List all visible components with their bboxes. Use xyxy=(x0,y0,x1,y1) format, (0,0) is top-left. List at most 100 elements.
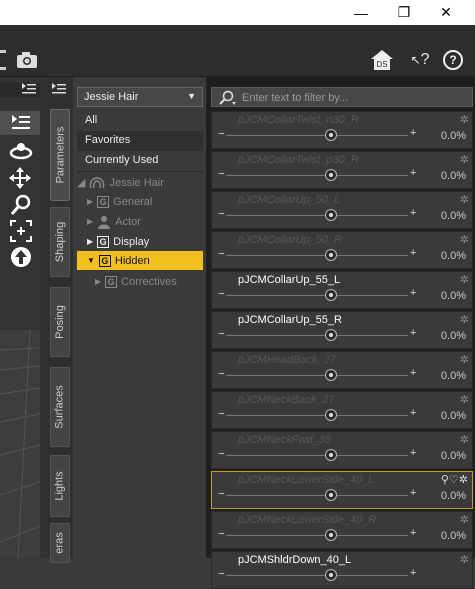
property-value[interactable]: 0.0% xyxy=(441,210,466,222)
expand-arrow-icon[interactable]: ▶ xyxy=(87,197,93,206)
slider-track[interactable] xyxy=(226,375,408,376)
slider-track[interactable] xyxy=(226,335,408,336)
increment-button[interactable]: + xyxy=(410,207,416,219)
increment-button[interactable]: + xyxy=(410,567,416,579)
slider-track[interactable] xyxy=(226,295,408,296)
increment-button[interactable]: + xyxy=(410,127,416,139)
property-slider-row[interactable]: pJCMNeckLowerSide_40_R ✲ − +0.0% xyxy=(211,511,473,549)
decrement-button[interactable]: − xyxy=(218,408,224,420)
expand-arrow-icon[interactable]: ▶ xyxy=(95,277,101,286)
increment-button[interactable]: + xyxy=(410,367,416,379)
slider-track[interactable] xyxy=(226,255,408,256)
increment-button[interactable]: + xyxy=(410,447,416,459)
increment-button[interactable]: + xyxy=(410,527,416,539)
slider-knob[interactable] xyxy=(325,569,337,581)
gear-icon[interactable]: ✲ xyxy=(460,193,469,206)
zoom-icon[interactable] xyxy=(10,194,32,219)
property-value[interactable]: 0.0% xyxy=(441,450,466,462)
tab-shaping[interactable]: Shaping xyxy=(50,207,70,277)
slider-track[interactable] xyxy=(226,175,408,176)
decrement-button[interactable]: − xyxy=(218,208,224,220)
slider-track[interactable] xyxy=(226,135,408,136)
minimize-button[interactable]: — xyxy=(340,0,382,25)
property-value[interactable]: 0.0% xyxy=(441,410,466,422)
property-slider-row[interactable]: pJCMCollarTwist_n30_R ✲ − +0.0% xyxy=(211,111,473,149)
property-value[interactable]: 0.0% xyxy=(441,250,466,262)
increment-button[interactable]: + xyxy=(410,167,416,179)
slider-knob[interactable] xyxy=(325,129,337,141)
tab-posing[interactable]: Posing xyxy=(50,287,70,357)
tree-item-all[interactable]: All xyxy=(77,111,203,131)
tab-cameras[interactable]: eras xyxy=(50,523,70,563)
increment-button[interactable]: + xyxy=(410,487,416,499)
expand-arrow-icon[interactable]: ▶ xyxy=(87,237,93,246)
slider-track[interactable] xyxy=(226,415,408,416)
gear-icon[interactable]: ✲ xyxy=(460,353,469,366)
collapse-arrow-icon[interactable]: ▼ xyxy=(87,256,95,265)
property-value[interactable]: 0.0% xyxy=(441,530,466,542)
slider-knob[interactable] xyxy=(325,529,337,541)
rotate-icon[interactable] xyxy=(9,141,33,164)
property-value[interactable]: 0.0% xyxy=(441,370,466,382)
tree-group-display[interactable]: ▶ G Display xyxy=(87,232,149,251)
maximize-button[interactable]: ❐ xyxy=(383,0,425,25)
slider-knob[interactable] xyxy=(325,209,337,221)
slider-knob[interactable] xyxy=(325,329,337,341)
tab-parameters[interactable]: Parameters xyxy=(50,109,70,201)
gear-icon[interactable]: ✲ xyxy=(460,113,469,126)
increment-button[interactable]: + xyxy=(410,327,416,339)
help-icon[interactable]: ? xyxy=(440,47,466,73)
increment-button[interactable]: + xyxy=(410,287,416,299)
decrement-button[interactable]: − xyxy=(218,368,224,380)
node-menu-icon[interactable] xyxy=(12,115,30,134)
property-value[interactable]: 0.0% xyxy=(441,490,466,502)
gear-icon[interactable]: ✲ xyxy=(460,393,469,406)
property-slider-row[interactable]: pJCMCollarUp_50_R ✲ − +0.0% xyxy=(211,231,473,269)
decrement-button[interactable]: − xyxy=(218,568,224,580)
property-value[interactable]: 0.0% xyxy=(441,290,466,302)
decrement-button[interactable]: − xyxy=(218,448,224,460)
decrement-button[interactable]: − xyxy=(218,328,224,340)
decrement-button[interactable]: − xyxy=(218,528,224,540)
property-slider-row[interactable]: pJCMNeckLowerSide_40_L ⚲♡✲ − +0.0% xyxy=(211,471,473,509)
expand-arrow-icon[interactable]: ▶ xyxy=(87,217,93,226)
viewport-edge[interactable] xyxy=(0,330,40,558)
property-slider-row[interactable]: pJCMCollarUp_55_L ✲ − +0.0% xyxy=(211,271,473,309)
tree-item-currently-used[interactable]: Currently Used xyxy=(77,151,203,171)
decrement-button[interactable]: − xyxy=(218,288,224,300)
up-arrow-icon[interactable] xyxy=(10,246,32,271)
property-value[interactable]: 0.0% xyxy=(441,130,466,142)
gear-icon[interactable]: ✲ xyxy=(460,153,469,166)
gear-icon[interactable]: ✲ xyxy=(460,313,469,326)
slider-track[interactable] xyxy=(226,455,408,456)
tree-group-hidden[interactable]: ▼ G Hidden xyxy=(77,251,203,270)
move-icon[interactable] xyxy=(9,167,31,192)
slider-knob[interactable] xyxy=(325,449,337,461)
camera-icon[interactable] xyxy=(14,47,40,73)
decrement-button[interactable]: − xyxy=(218,128,224,140)
slider-knob[interactable] xyxy=(325,289,337,301)
tab-surfaces[interactable]: Surfaces xyxy=(50,367,70,447)
slider-track[interactable] xyxy=(226,575,408,576)
tree-root-row[interactable]: ◢ Jessie Hair xyxy=(77,173,164,192)
slider-knob[interactable] xyxy=(325,249,337,261)
node-select[interactable]: Jessie Hair ▼ xyxy=(77,87,203,107)
slider-track[interactable] xyxy=(226,215,408,216)
filter-input[interactable] xyxy=(242,91,467,105)
close-button[interactable]: ✕ xyxy=(425,0,467,25)
property-slider-row[interactable]: pJCMCollarTwist_p30_R ✲ − +0.0% xyxy=(211,151,473,189)
slider-knob[interactable] xyxy=(325,409,337,421)
tree-group-general[interactable]: ▶ G General xyxy=(87,192,152,211)
slider-knob[interactable] xyxy=(325,169,337,181)
tab-lights[interactable]: Lights xyxy=(50,455,70,517)
decrement-button[interactable]: − xyxy=(218,248,224,260)
property-value[interactable]: 0.0% xyxy=(441,330,466,342)
gear-icon[interactable]: ✲ xyxy=(460,513,469,526)
gear-icon[interactable]: ✲ xyxy=(460,233,469,246)
home-icon[interactable]: DS xyxy=(369,47,395,73)
collapse-arrow-icon[interactable]: ◢ xyxy=(77,176,85,189)
slider-track[interactable] xyxy=(226,495,408,496)
row-options-icon[interactable]: ⚲♡✲ xyxy=(441,473,468,486)
decrement-button[interactable]: − xyxy=(218,488,224,500)
property-slider-row[interactable]: pJCMHeadBack_27 ✲ − +0.0% xyxy=(211,351,473,389)
